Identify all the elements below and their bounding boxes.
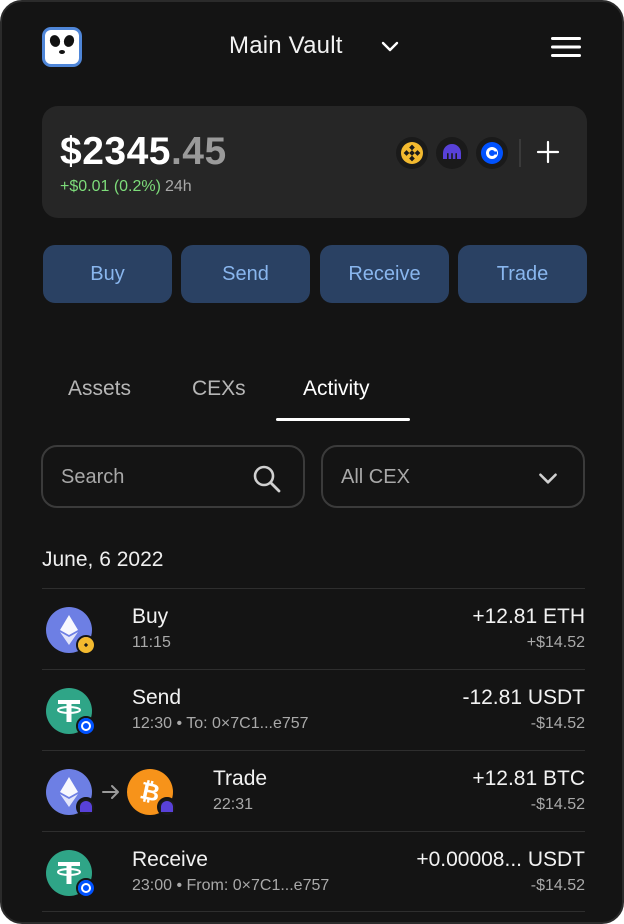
search-icon[interactable] <box>251 463 283 495</box>
binance-icon <box>76 635 96 655</box>
balance-change: +$0.01 (0.2%) 24h <box>60 178 192 195</box>
activity-amount: +0.00008... USDT <box>416 848 585 871</box>
chevron-down-icon[interactable] <box>378 35 402 59</box>
binance-icon[interactable] <box>396 137 428 169</box>
activity-time: 23:00 • From: 0×7C1...e757 <box>132 877 330 894</box>
kraken-icon <box>157 797 177 817</box>
activity-fiat: -$14.52 <box>530 877 585 894</box>
tab-cexs[interactable]: CEXs <box>192 377 246 401</box>
activity-row[interactable]: Receive 23:00 • From: 0×7C1...e757 +0.00… <box>42 831 585 912</box>
send-button[interactable]: Send <box>181 245 310 303</box>
vault-title[interactable]: Main Vault <box>229 32 343 60</box>
activity-row[interactable]: Buy 11:15 +12.81 ETH +$14.52 <box>42 588 585 669</box>
activity-fiat: -$14.52 <box>530 715 585 732</box>
add-icon[interactable] <box>536 140 560 164</box>
kraken-icon[interactable] <box>436 137 468 169</box>
balance-card: $2345.45 +$0.01 (0.2%) 24h <box>42 106 587 218</box>
activity-row[interactable]: Send 12:30 • To: 0×7C1...e757 -12.81 USD… <box>42 669 585 750</box>
activity-time: 12:30 • To: 0×7C1...e757 <box>132 715 309 732</box>
activity-type: Receive <box>132 848 208 871</box>
cex-select-value: All CEX <box>341 466 410 488</box>
hamburger-menu-icon[interactable] <box>550 35 582 59</box>
chevron-down-icon <box>539 473 557 484</box>
trade-button[interactable]: Trade <box>458 245 587 303</box>
kraken-icon <box>76 797 96 817</box>
activity-date: June, 6 2022 <box>42 548 164 571</box>
search-input[interactable]: Search <box>41 445 305 508</box>
buy-button[interactable]: Buy <box>43 245 172 303</box>
coinbase-icon <box>76 878 96 898</box>
coinbase-icon[interactable] <box>476 137 508 169</box>
activity-type: Buy <box>132 605 169 628</box>
panda-logo-icon[interactable] <box>42 27 82 67</box>
coinbase-icon <box>76 716 96 736</box>
activity-type: Send <box>132 686 182 709</box>
activity-row[interactable]: ₿ Trade 22:31 +12.81 BTC -$14.52 <box>42 750 585 831</box>
active-tab-indicator <box>276 418 410 421</box>
activity-amount: -12.81 USDT <box>462 686 585 709</box>
receive-button[interactable]: Receive <box>320 245 449 303</box>
activity-amount: +12.81 BTC <box>472 767 585 790</box>
activity-type: Trade <box>213 767 268 790</box>
tab-assets[interactable]: Assets <box>68 377 131 401</box>
app-window: Main Vault $2345.45 +$0.01 (0.2%) 24h Bu… <box>0 0 624 924</box>
activity-fiat: -$14.52 <box>530 796 585 813</box>
activity-amount: +12.81 ETH <box>472 605 585 628</box>
balance-amount: $2345.45 <box>60 130 227 173</box>
cex-select[interactable]: All CEX <box>321 445 585 508</box>
activity-time: 11:15 <box>132 634 171 651</box>
search-placeholder: Search <box>61 466 125 488</box>
arrow-right-icon <box>102 785 119 799</box>
divider <box>519 139 521 167</box>
tab-activity[interactable]: Activity <box>303 377 370 401</box>
activity-time: 22:31 <box>213 796 254 813</box>
activity-fiat: +$14.52 <box>526 634 585 651</box>
